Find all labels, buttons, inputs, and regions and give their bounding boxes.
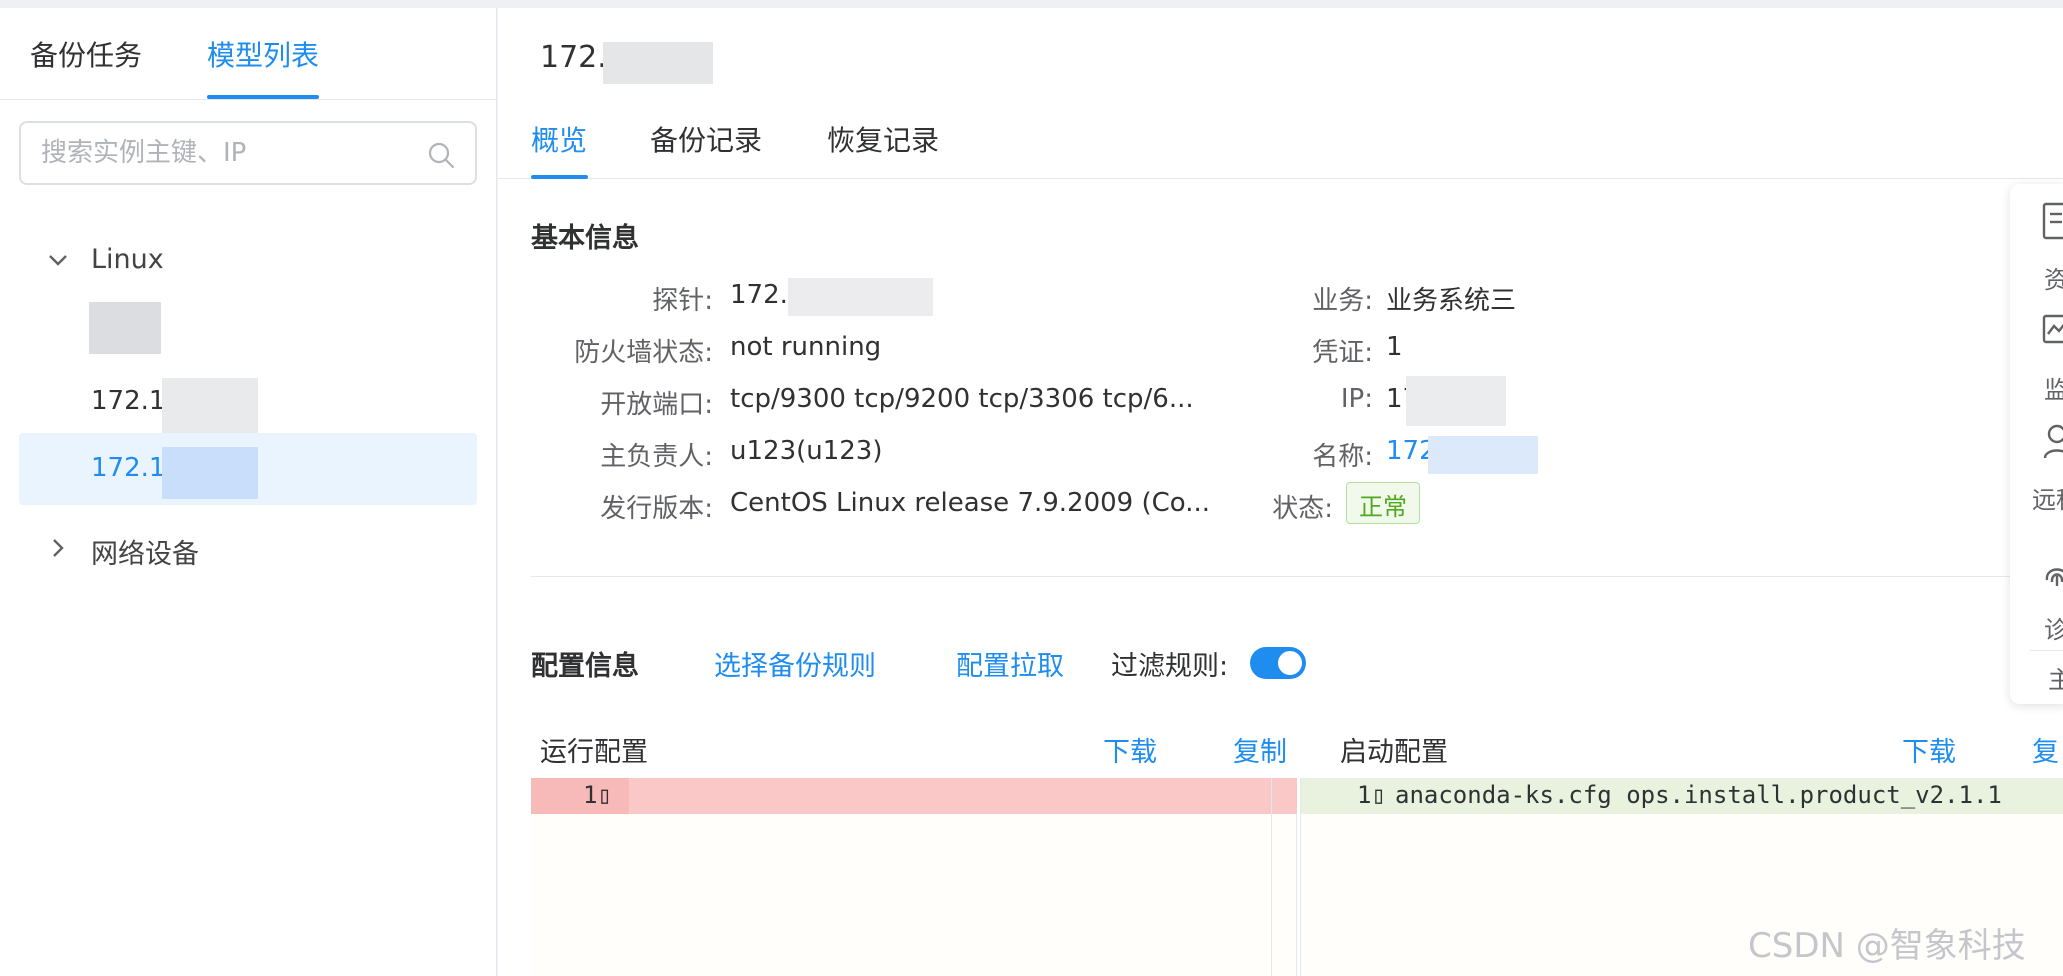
floating-toolbar: 资 监 远程 诊 主 [2010, 184, 2063, 704]
redacted-mask [162, 447, 258, 499]
sidebar-tabs: 备份任务 模型列表 [0, 8, 497, 100]
info-row-name: 名称: 172 [498, 436, 1698, 476]
redacted-mask [89, 302, 161, 354]
tree-node-label: 网络设备 [91, 539, 199, 570]
line-number: 1▯ [583, 781, 612, 809]
active-tab-indicator [207, 95, 319, 99]
line-gutter [531, 778, 629, 814]
float-item-label: 资 [2044, 266, 2063, 294]
startup-config-title: 启动配置 [1340, 737, 1448, 768]
diff-line-added: 1▯ anaconda-ks.cfg ops.install.product_v… [1301, 778, 2063, 814]
float-item-asset[interactable]: 资 [2010, 194, 2063, 304]
tab-model-list[interactable]: 模型列表 [207, 34, 319, 74]
line-number: 1▯ [1357, 781, 1386, 809]
tab-restore-records[interactable]: 恢复记录 [827, 119, 939, 159]
top-strip [0, 0, 2063, 8]
running-config-title: 运行配置 [540, 737, 648, 768]
tab-backup-tasks[interactable]: 备份任务 [30, 34, 142, 74]
config-pull-link[interactable]: 配置拉取 [956, 644, 1064, 683]
info-row-ip: IP: 17 42 [498, 376, 1698, 426]
select-backup-rule-link[interactable]: 选择备份规则 [714, 644, 876, 683]
info-value: 业务系统三 [1386, 286, 1517, 316]
toggle-knob [1278, 651, 1302, 675]
info-row-status: 状态: [498, 488, 1338, 528]
tree-leaf[interactable] [19, 288, 477, 360]
redacted-mask [162, 378, 258, 438]
search-icon[interactable] [427, 141, 455, 169]
filter-rule-toggle[interactable] [1250, 647, 1306, 679]
active-tab-indicator [531, 175, 588, 179]
info-key: 凭证: [1312, 338, 1373, 368]
float-more-label[interactable]: 主 [2048, 660, 2063, 695]
float-item-label: 监 [2044, 376, 2063, 404]
redacted-mask [1406, 376, 1506, 426]
app-root: 备份任务 模型列表 Linux 172.1( 172.1( [0, 0, 2063, 976]
section-divider [531, 576, 2031, 577]
user-icon [2043, 424, 2063, 459]
diff-line-removed: 1▯ [531, 778, 1297, 814]
code-line: anaconda-ks.cfg ops.install.product_v2.1… [1395, 781, 2002, 809]
redacted-mask [1428, 436, 1538, 474]
info-key: 状态: [1272, 494, 1333, 524]
config-info-title: 配置信息 [531, 651, 639, 682]
tab-backup-records[interactable]: 备份记录 [650, 119, 762, 159]
main-tabs: 概览 备份记录 恢复记录 [498, 103, 2063, 179]
tree-leaf-selected[interactable]: 172.1( [19, 433, 477, 505]
info-key: 业务: [1312, 286, 1373, 316]
redacted-mask [603, 42, 713, 84]
editor-divider [1271, 778, 1272, 976]
float-item-label: 诊 [2044, 616, 2063, 644]
running-download-link[interactable]: 下载 [1103, 730, 1157, 769]
float-item-label: 远程 [2032, 486, 2063, 514]
asset-icon [2042, 202, 2063, 240]
main-panel: 172. 概览 备份记录 恢复记录 基本信息 探针: 172. nline 防火… [498, 8, 2063, 976]
monitor-icon [2042, 314, 2063, 344]
float-item-diagnose[interactable]: 诊 [2010, 544, 2063, 654]
sidebar: 备份任务 模型列表 Linux 172.1( 172.1( [0, 8, 497, 976]
tree-node-label: Linux [91, 244, 164, 275]
info-value: 1 [1386, 332, 1403, 362]
tree-node-network-devices[interactable]: 网络设备 [0, 514, 497, 584]
info-row-business: 业务: 业务系统三 [498, 280, 1698, 320]
chevron-down-icon [49, 255, 67, 266]
startup-download-link[interactable]: 下载 [1902, 730, 1956, 769]
float-item-monitor[interactable]: 监 [2010, 304, 2063, 414]
filter-rule-label: 过滤规则: [1111, 651, 1229, 682]
page-title: 172. [540, 40, 607, 75]
tree-leaf[interactable]: 172.1( [19, 366, 477, 438]
startup-copy-link[interactable]: 复 [2032, 730, 2059, 769]
tree-node-linux[interactable]: Linux [0, 226, 497, 296]
search-input[interactable] [41, 135, 421, 171]
search-box [19, 121, 477, 185]
info-row-credential: 凭证: 1 [498, 332, 1698, 372]
running-copy-link[interactable]: 复制 [1233, 730, 1287, 769]
tab-overview[interactable]: 概览 [531, 119, 587, 159]
info-key: 名称: [1312, 442, 1373, 472]
float-item-remote[interactable]: 远程 [2010, 414, 2063, 524]
watermark: CSDN @智象科技 [1748, 926, 2026, 966]
running-config-editor[interactable]: 1▯ [531, 778, 1297, 976]
chevron-right-icon [53, 539, 64, 557]
basic-info-title: 基本信息 [531, 223, 639, 254]
status-badge: 正常 [1346, 482, 1420, 524]
info-key: IP: [1340, 384, 1373, 414]
fingerprint-icon [2045, 568, 2063, 586]
floating-toolbar-divider [2030, 650, 2063, 651]
